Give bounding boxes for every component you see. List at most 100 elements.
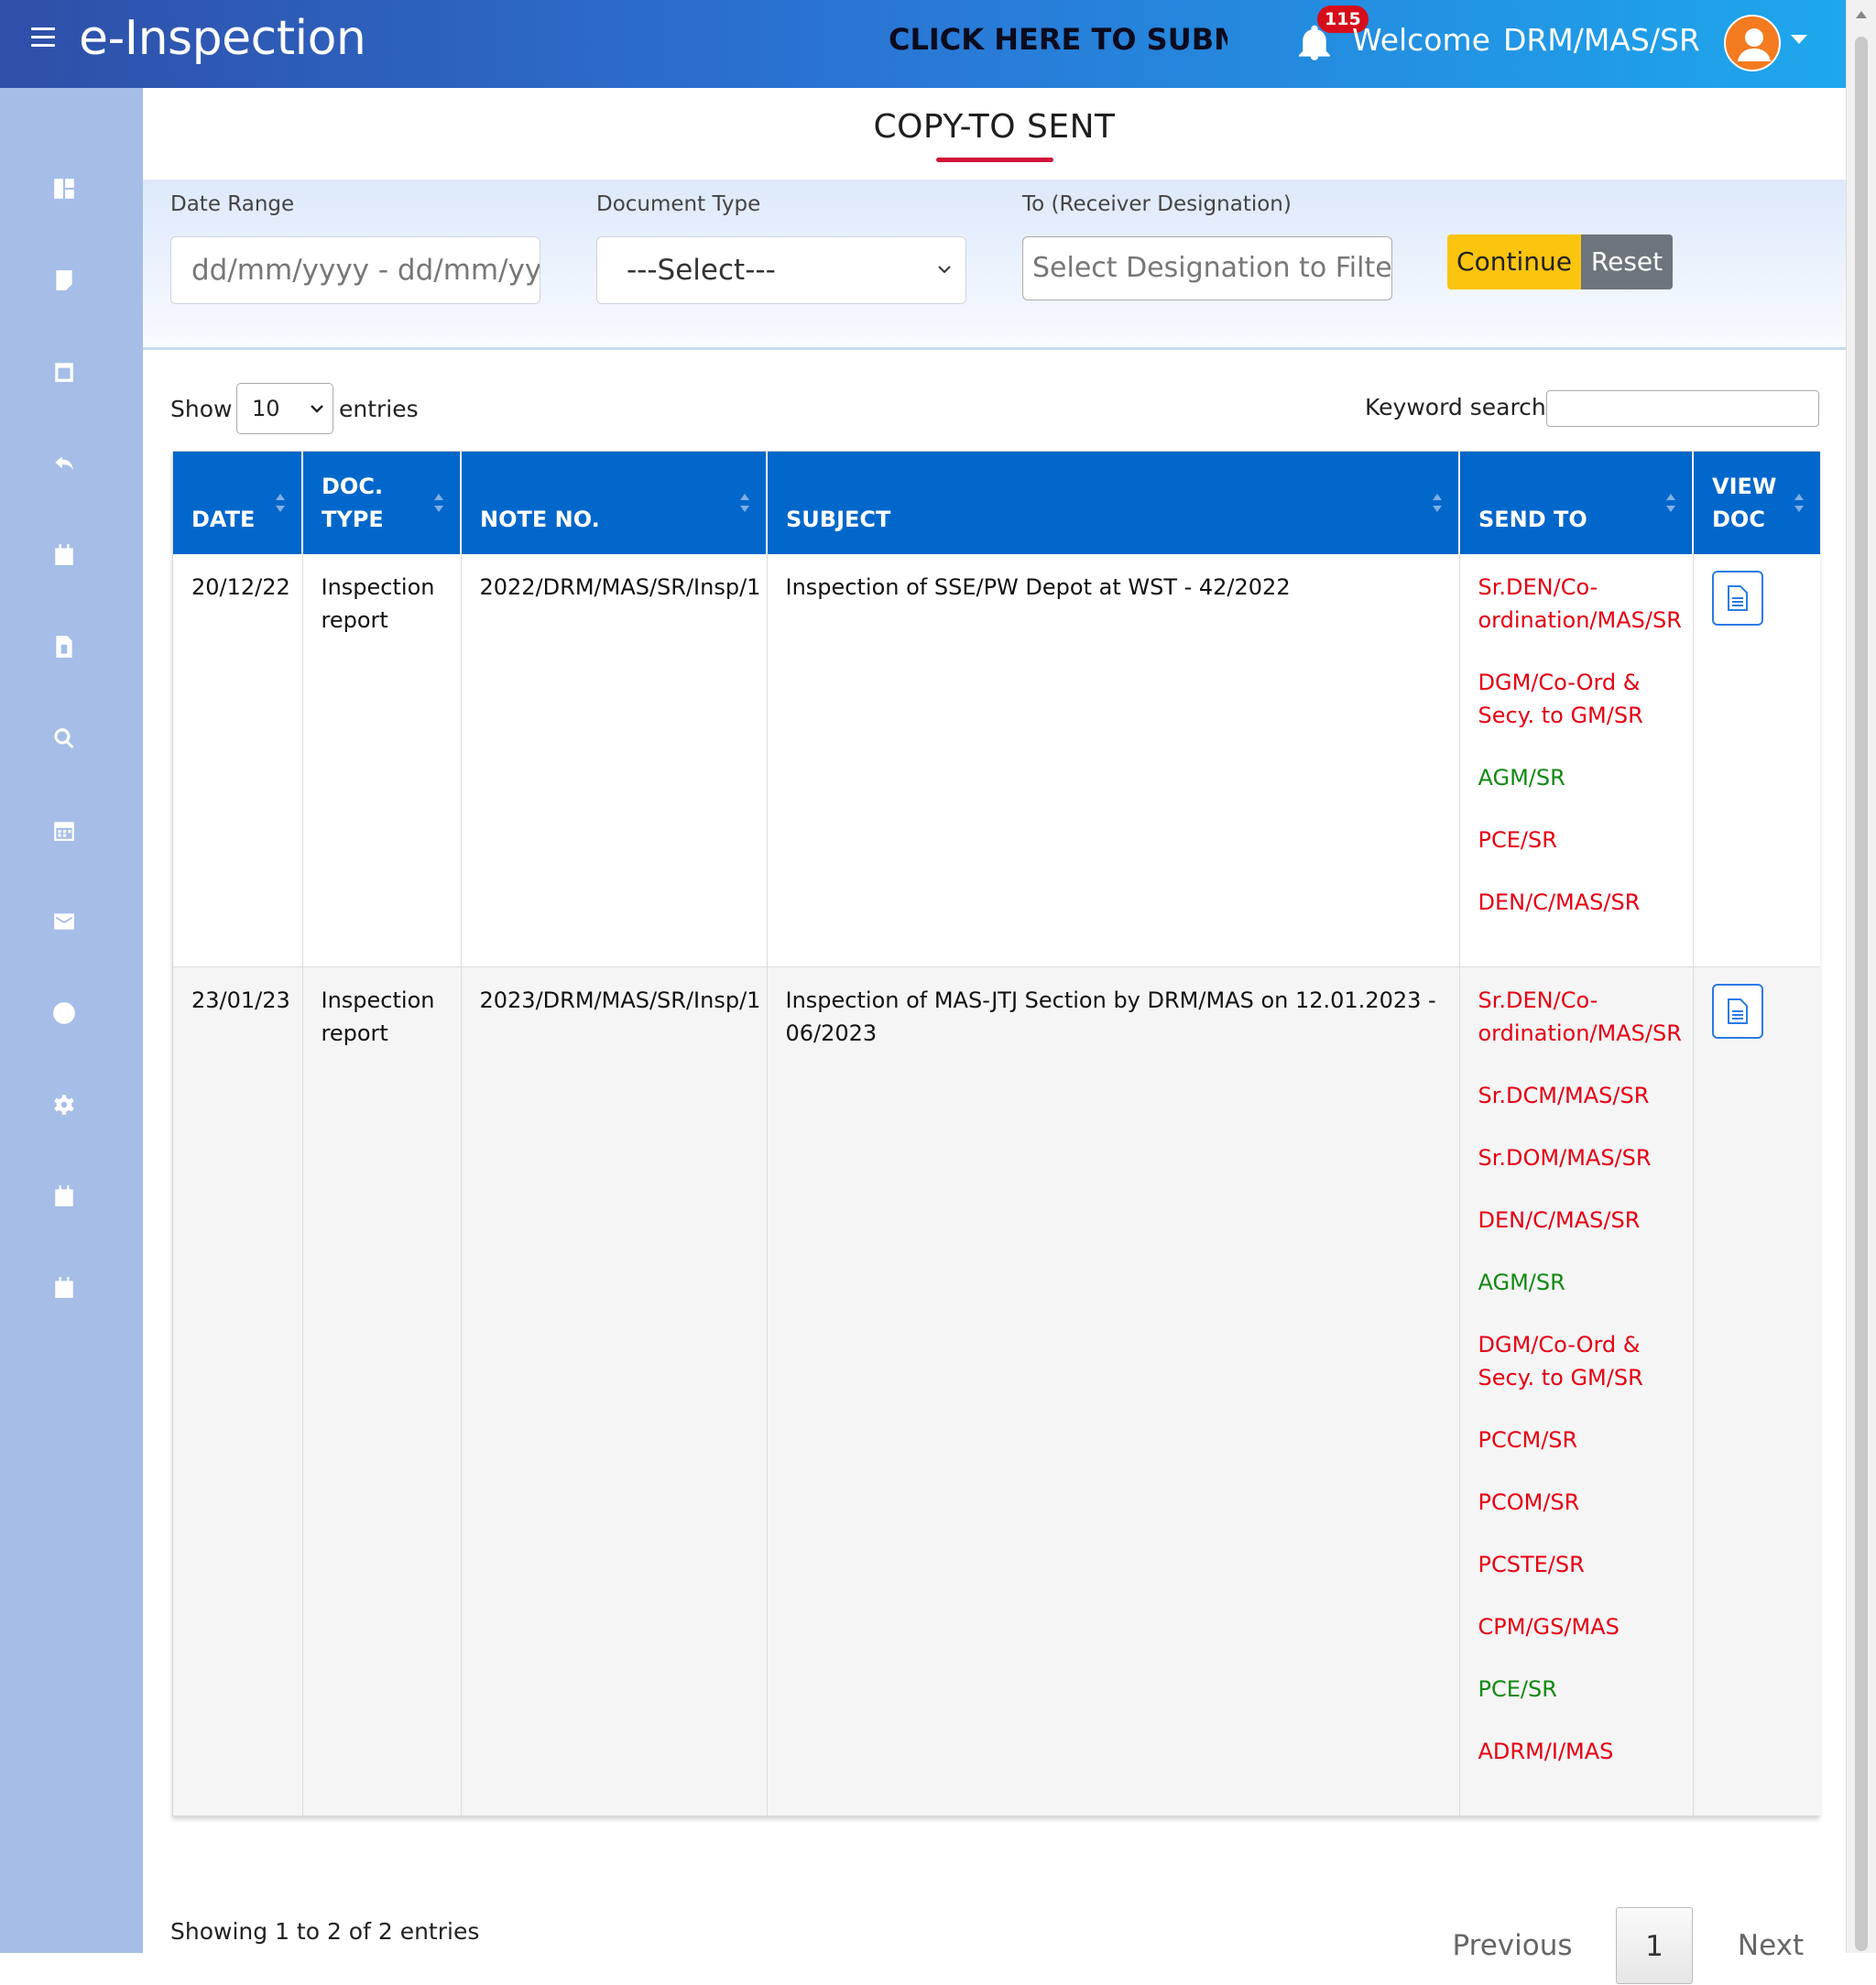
cell-date: 20/12/22 <box>173 554 303 967</box>
sort-icon <box>434 494 443 518</box>
recipient: Sr.DEN/Co-ordination/MAS/SR <box>1478 574 1682 633</box>
column-header-send-to-label: SEND TO <box>1478 507 1587 532</box>
recipient: AGM/SR <box>1478 1270 1565 1295</box>
receiver-designation-input[interactable]: Select Designation to Filter <box>1022 236 1392 300</box>
recipient: CPM/GS/MAS <box>1478 1614 1620 1640</box>
welcome-text: Welcome DRM/MAS/SR <box>1352 22 1700 58</box>
cell-note-no: 2022/DRM/MAS/SR/Insp/1 <box>461 554 768 967</box>
page-title: COPY-TO SENT <box>873 108 1116 146</box>
filter-panel: Date Range dd/mm/yyyy - dd/mm/yyyy Docum… <box>143 180 1846 350</box>
view-doc-button[interactable] <box>1711 984 1763 1039</box>
menu-icon[interactable] <box>31 27 55 48</box>
cell-view-doc <box>1693 966 1820 1816</box>
table-header-row: DATE DOC. TYPE NOTE NO. SUBJECT SEND TO … <box>173 452 1820 554</box>
recipient: DEN/C/MAS/SR <box>1478 889 1641 915</box>
submit-marquee[interactable]: CLICK HERE TO SUBMIT ' <box>889 22 1227 62</box>
table-row: 20/12/22 Inspection report 2022/DRM/MAS/… <box>173 554 1820 967</box>
dashboard-icon[interactable] <box>51 176 77 202</box>
user-name: DRM/MAS/SR <box>1502 22 1700 58</box>
continue-button[interactable]: Continue <box>1447 234 1581 289</box>
document-type-value: ---Select--- <box>627 254 776 287</box>
cell-note-no: 2023/DRM/MAS/SR/Insp/1 <box>461 966 768 1816</box>
recipient: PCCM/SR <box>1478 1427 1578 1453</box>
main-content: COPY-TO SENT Date Range dd/mm/yyyy - dd/… <box>143 88 1846 1984</box>
cell-doc-type: Inspection report <box>302 554 462 967</box>
sort-icon <box>1666 494 1675 518</box>
date-range-input[interactable]: dd/mm/yyyy - dd/mm/yyyy <box>170 236 540 304</box>
cell-subject: Inspection of SSE/PW Depot at WST - 42/2… <box>767 554 1460 967</box>
column-header-doc-type[interactable]: DOC. TYPE <box>302 452 462 554</box>
user-menu-dropdown-icon[interactable] <box>1791 35 1807 44</box>
chevron-down-icon <box>311 405 323 413</box>
entries-value: 10 <box>252 396 280 421</box>
user-icon <box>1738 28 1771 61</box>
document-type-label: Document Type <box>596 192 761 216</box>
calendar-clip-icon[interactable] <box>51 1275 77 1301</box>
document-icon[interactable] <box>51 634 77 660</box>
scrollbar-thumb[interactable] <box>1855 37 1868 1951</box>
show-label: Show <box>170 396 233 422</box>
view-doc-button[interactable] <box>1711 571 1763 626</box>
table-info: Showing 1 to 2 of 2 entries <box>170 1918 480 1945</box>
cell-subject: Inspection of MAS-JTJ Section by DRM/MAS… <box>767 966 1460 1816</box>
entries-select[interactable]: 10 <box>236 383 333 434</box>
cell-date: 23/01/23 <box>173 966 303 1816</box>
receiver-label: To (Receiver Designation) <box>1022 192 1292 216</box>
bookmark-icon[interactable] <box>51 267 77 293</box>
column-header-date[interactable]: DATE <box>173 452 303 554</box>
file-icon <box>1727 998 1748 1024</box>
column-header-subject[interactable]: SUBJECT <box>767 452 1460 554</box>
recipient: PCOM/SR <box>1478 1489 1580 1515</box>
recipient: ADRM/I/MAS <box>1478 1739 1614 1764</box>
app-title[interactable]: e-Inspection <box>79 11 366 66</box>
recipient: Sr.DCM/MAS/SR <box>1478 1083 1650 1108</box>
recipient: PCE/SR <box>1478 827 1557 853</box>
calendar-note-icon[interactable] <box>51 1183 77 1209</box>
keyword-search-input[interactable] <box>1546 390 1819 427</box>
column-header-date-label: DATE <box>191 507 256 532</box>
calendar-grid-icon[interactable] <box>51 817 77 843</box>
sort-icon <box>1794 494 1804 518</box>
file-icon <box>1727 585 1748 611</box>
user-avatar[interactable] <box>1724 15 1781 71</box>
cell-send-to: Sr.DEN/Co-ordination/MAS/SR DGM/Co-Ord &… <box>1459 554 1694 967</box>
column-header-subject-label: SUBJECT <box>786 507 891 532</box>
document-type-select[interactable]: ---Select--- <box>596 236 966 304</box>
reset-button[interactable]: Reset <box>1581 234 1673 289</box>
scroll-up-icon[interactable] <box>1856 11 1867 18</box>
title-underline <box>936 158 1053 162</box>
date-range-label: Date Range <box>170 192 295 216</box>
mail-icon[interactable] <box>51 909 77 934</box>
recipient: DGM/Co-Ord & Secy. to GM/SR <box>1478 1332 1643 1391</box>
entries-label: entries <box>339 396 419 422</box>
keyword-search-label: Keyword search: <box>1365 394 1554 420</box>
page-1-button[interactable]: 1 <box>1616 1907 1693 1984</box>
recipient: PCSTE/SR <box>1478 1552 1585 1577</box>
top-header: e-Inspection CLICK HERE TO SUBMIT ' 115 … <box>0 0 1846 88</box>
chevron-down-icon <box>938 266 951 274</box>
previous-page-button[interactable]: Previous <box>1444 1907 1581 1984</box>
sort-icon <box>1433 494 1442 518</box>
recipient: DEN/C/MAS/SR <box>1478 1207 1641 1233</box>
calendar-blank-icon[interactable] <box>51 359 77 385</box>
next-page-button[interactable]: Next <box>1720 1907 1821 1984</box>
recipient: PCE/SR <box>1478 1676 1557 1702</box>
reply-icon[interactable] <box>51 451 77 476</box>
vertical-scrollbar[interactable] <box>1846 0 1876 1953</box>
search-icon[interactable] <box>51 725 77 751</box>
recipient: Sr.DOM/MAS/SR <box>1478 1145 1652 1171</box>
sort-icon <box>740 494 749 518</box>
cell-view-doc <box>1693 554 1820 967</box>
column-header-view-doc[interactable]: VIEW DOC <box>1693 452 1820 554</box>
cell-doc-type: Inspection report <box>302 966 462 1816</box>
help-icon[interactable] <box>51 1000 77 1026</box>
recipient: Sr.DEN/Co-ordination/MAS/SR <box>1478 987 1682 1046</box>
calendar-icon[interactable] <box>51 542 77 568</box>
column-header-note-no-label: NOTE NO. <box>480 507 600 532</box>
copy-to-table: DATE DOC. TYPE NOTE NO. SUBJECT SEND TO … <box>172 451 1820 1816</box>
cell-send-to: Sr.DEN/Co-ordination/MAS/SR Sr.DCM/MAS/S… <box>1459 966 1694 1816</box>
column-header-note-no[interactable]: NOTE NO. <box>461 452 768 554</box>
settings-icon[interactable] <box>51 1092 77 1118</box>
recipient: AGM/SR <box>1478 765 1565 791</box>
column-header-send-to[interactable]: SEND TO <box>1459 452 1694 554</box>
